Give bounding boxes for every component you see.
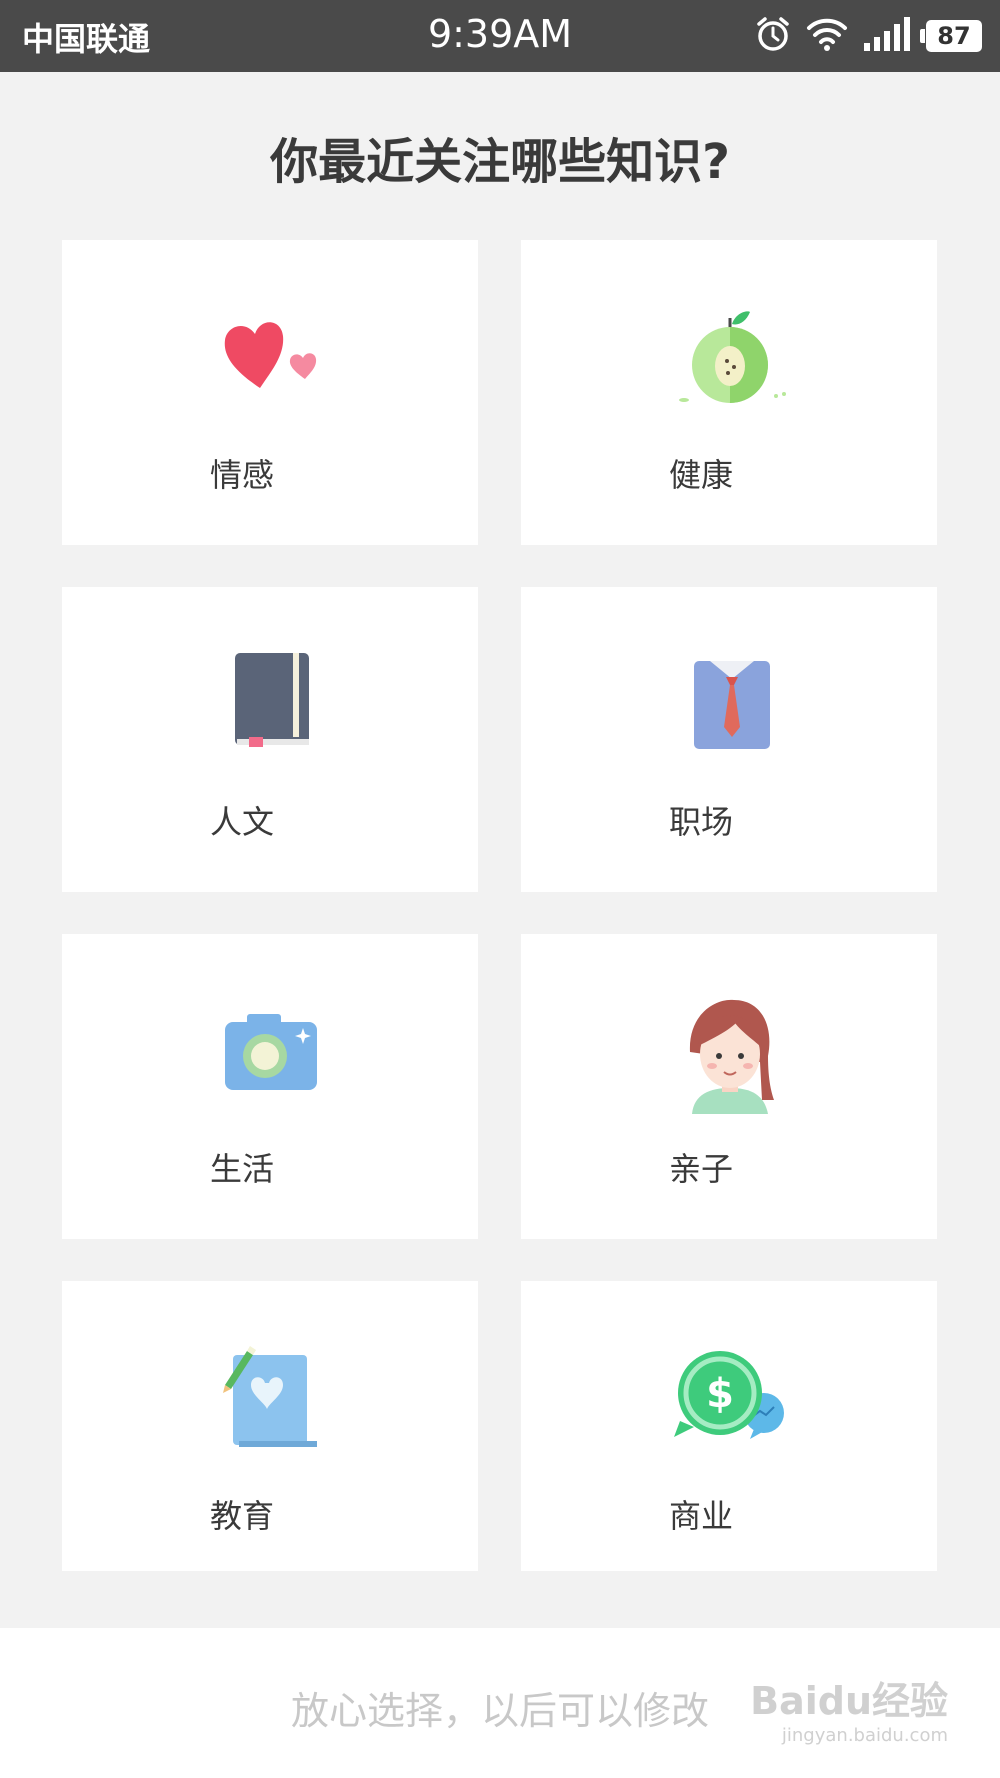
- hearts-icon: [205, 300, 335, 410]
- category-card-emotion[interactable]: 情感: [62, 240, 478, 545]
- category-card-parenting[interactable]: 亲子: [521, 934, 937, 1239]
- page-title: 你最近关注哪些知识?: [270, 134, 730, 190]
- category-label: 教育: [210, 1497, 275, 1535]
- battery-icon: 87: [920, 20, 982, 52]
- wifi-icon: [806, 16, 848, 56]
- category-card-business[interactable]: $ 商业: [521, 1281, 937, 1571]
- status-icons: 87: [754, 16, 982, 56]
- camera-icon: [205, 994, 335, 1104]
- watermark-url: jingyan.baidu.com: [781, 1725, 948, 1746]
- category-label: 人文: [210, 803, 275, 841]
- category-card-health[interactable]: 健康: [521, 240, 937, 545]
- dollar-coin-icon: $: [664, 1341, 794, 1451]
- signal-icon: [862, 16, 912, 56]
- category-card-humanities[interactable]: 人文: [62, 587, 478, 892]
- category-label: 亲子: [669, 1150, 734, 1188]
- category-label: 生活: [210, 1150, 275, 1188]
- watermark: Baidu经验 jingyan.baidu.com: [750, 1670, 948, 1746]
- apple-icon: [664, 300, 794, 410]
- girl-avatar-icon: [664, 994, 794, 1114]
- category-label: 商业: [669, 1497, 734, 1535]
- notepad-pencil-icon: [205, 1341, 335, 1451]
- category-label: 健康: [669, 456, 734, 494]
- shirt-tie-icon: [664, 647, 794, 757]
- footer-bar: 放心选择，以后可以修改 Baidu经验 jingyan.baidu.com: [0, 1628, 1000, 1778]
- status-bar: 中国联通 9:39AM 87: [0, 0, 1000, 72]
- alarm-icon: [754, 15, 792, 57]
- category-card-workplace[interactable]: 职场: [521, 587, 937, 892]
- watermark-logo: Baidu经验: [750, 1679, 948, 1723]
- svg-text:$: $: [706, 1371, 734, 1417]
- category-card-life[interactable]: 生活: [62, 934, 478, 1239]
- category-label: 职场: [669, 803, 734, 841]
- category-card-education[interactable]: 教育: [62, 1281, 478, 1571]
- category-label: 情感: [210, 456, 275, 494]
- book-icon: [205, 647, 335, 757]
